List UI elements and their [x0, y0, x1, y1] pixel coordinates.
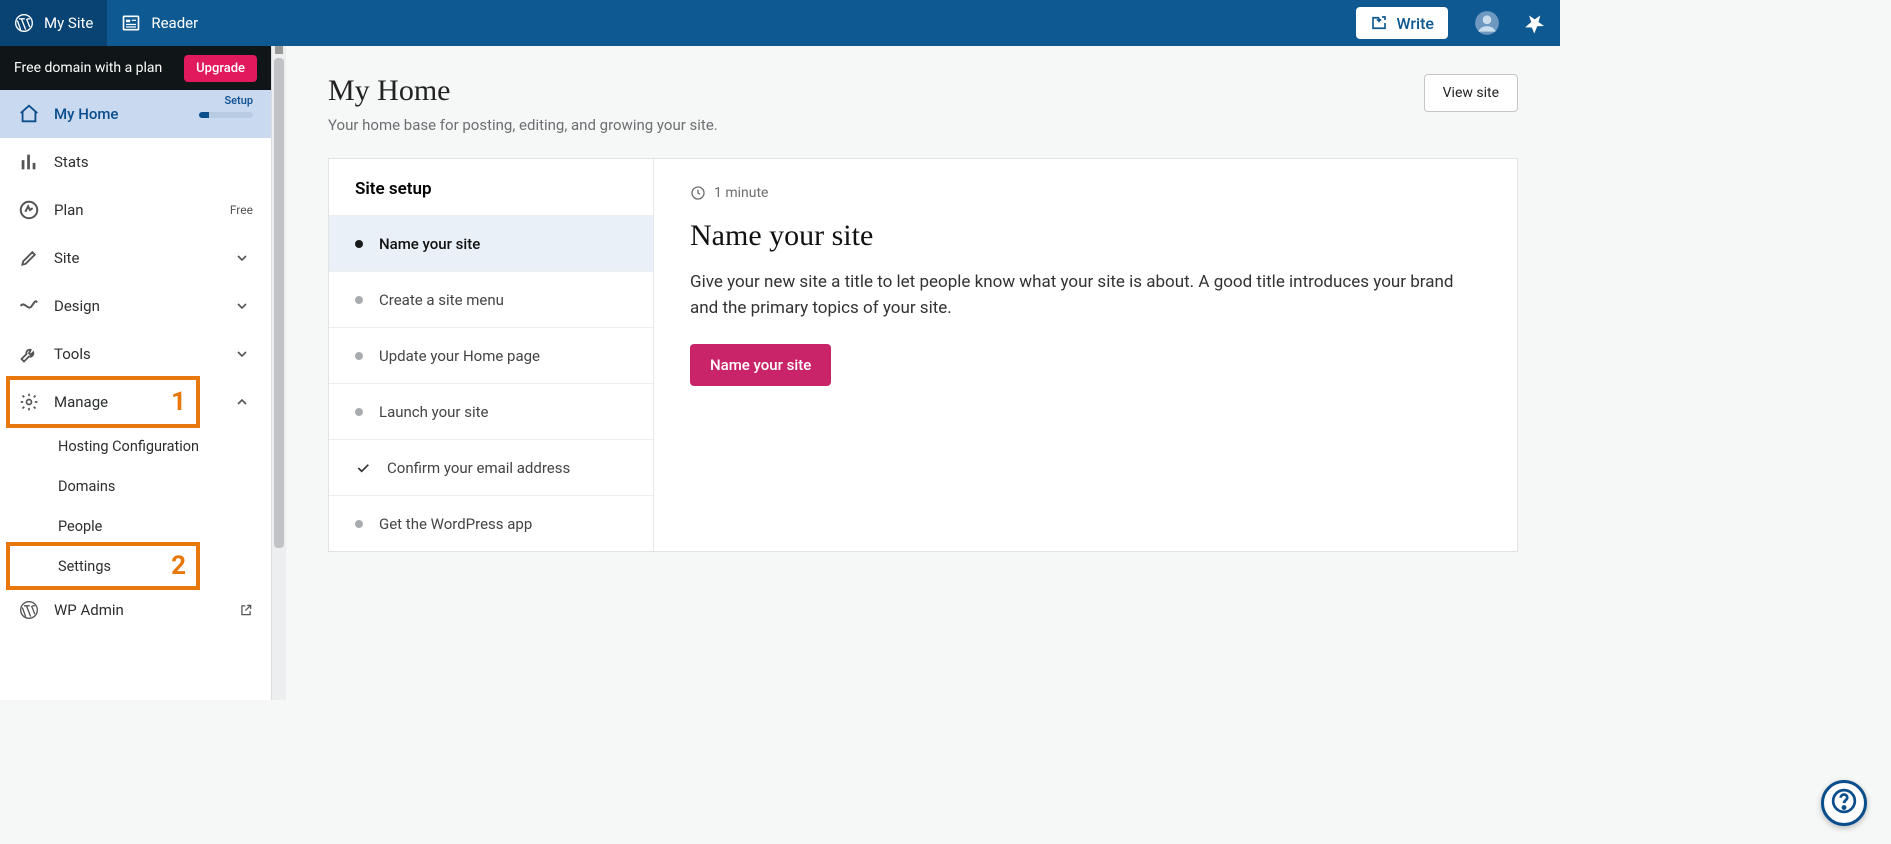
external-link-icon	[239, 603, 253, 617]
plan-icon	[18, 199, 40, 221]
setup-item-label: Get the WordPress app	[379, 515, 532, 533]
page-title: My Home	[328, 74, 718, 108]
masterbar-profile[interactable]	[1464, 0, 1510, 46]
sidebar-label: Hosting Configuration	[58, 438, 253, 455]
setup-item-label: Update your Home page	[379, 347, 540, 365]
detail-description: Give your new site a title to let people…	[690, 269, 1481, 322]
wordpress-logo-icon	[18, 599, 40, 621]
stats-icon	[18, 151, 40, 173]
sidebar-item-tools[interactable]: Tools	[0, 330, 271, 378]
setup-item-get-app[interactable]: Get the WordPress app	[329, 495, 653, 551]
sidebar-item-site[interactable]: Site	[0, 234, 271, 282]
chevron-down-icon	[231, 343, 253, 365]
sidebar-item-people[interactable]: People	[0, 506, 271, 546]
chevron-up-icon	[231, 391, 253, 413]
bullet-icon	[355, 520, 363, 528]
bullet-icon	[355, 240, 363, 248]
time-estimate: 1 minute	[690, 185, 1481, 201]
sidebar-label: Tools	[54, 345, 217, 363]
page-subtitle: Your home base for posting, editing, and…	[328, 116, 718, 134]
help-button[interactable]	[1821, 780, 1867, 826]
setup-item-label: Create a site menu	[379, 291, 504, 309]
write-icon	[1370, 14, 1388, 32]
setup-item-launch-site[interactable]: Launch your site	[329, 383, 653, 439]
sidebar-label: Stats	[54, 153, 253, 171]
reader-icon	[121, 13, 141, 33]
sidebar-label: Settings	[58, 558, 253, 575]
setup-item-name-your-site[interactable]: Name your site	[329, 215, 653, 271]
sidebar-label: People	[58, 518, 253, 535]
masterbar-my-site[interactable]: My Site	[0, 0, 107, 46]
setup-item-create-site-menu[interactable]: Create a site menu	[329, 271, 653, 327]
time-estimate-label: 1 minute	[714, 185, 768, 201]
pencil-icon	[18, 247, 40, 269]
setup-item-confirm-email[interactable]: Confirm your email address	[329, 439, 653, 495]
home-icon	[18, 103, 40, 125]
sidebar-label: Plan	[54, 201, 216, 219]
sidebar-label: Site	[54, 249, 217, 267]
scrollbar-thumb[interactable]	[274, 58, 284, 548]
sidebar-item-plan[interactable]: Plan Free	[0, 186, 271, 234]
scrollbar[interactable]	[272, 46, 286, 700]
help-icon	[1831, 788, 1857, 818]
sidebar: Free domain with a plan Upgrade My Home …	[0, 46, 272, 700]
sidebar-label: Design	[54, 297, 217, 315]
write-button[interactable]: Write	[1356, 7, 1448, 39]
promo-text: Free domain with a plan	[14, 60, 162, 76]
setup-item-update-home-page[interactable]: Update your Home page	[329, 327, 653, 383]
design-icon	[18, 295, 40, 317]
setup-chip: Setup	[224, 94, 253, 107]
masterbar: My Site Reader Write	[0, 0, 1560, 46]
sidebar-label: WP Admin	[54, 601, 225, 619]
masterbar-reader-label: Reader	[151, 14, 198, 32]
sidebar-item-hosting-configuration[interactable]: Hosting Configuration	[0, 426, 271, 466]
setup-detail: 1 minute Name your site Give your new si…	[654, 159, 1517, 551]
wordpress-logo-icon	[14, 13, 34, 33]
wrench-icon	[18, 343, 40, 365]
name-your-site-button[interactable]: Name your site	[690, 344, 831, 386]
notification-icon	[1524, 12, 1546, 34]
plan-meta: Free	[230, 203, 253, 217]
setup-item-label: Name your site	[379, 235, 480, 253]
bullet-icon	[355, 296, 363, 304]
sidebar-label: Manage	[54, 393, 217, 411]
detail-title: Name your site	[690, 219, 1481, 253]
chevron-down-icon	[231, 247, 253, 269]
clock-icon	[690, 185, 706, 201]
sidebar-item-stats[interactable]: Stats	[0, 138, 271, 186]
masterbar-notifications[interactable]	[1510, 0, 1560, 46]
setup-title: Site setup	[329, 159, 653, 215]
gear-icon	[18, 391, 40, 413]
masterbar-my-site-label: My Site	[44, 14, 93, 32]
avatar-icon	[1474, 10, 1500, 36]
bullet-icon	[355, 352, 363, 360]
main-content: My Home Your home base for posting, edit…	[286, 46, 1560, 700]
setup-progress	[199, 112, 253, 118]
view-site-button[interactable]: View site	[1424, 74, 1518, 112]
sidebar-item-domains[interactable]: Domains	[0, 466, 271, 506]
setup-card: Site setup Name your site Create a site …	[328, 158, 1518, 552]
setup-checklist: Site setup Name your site Create a site …	[329, 159, 654, 551]
sidebar-item-my-home[interactable]: My Home Setup	[0, 90, 271, 138]
masterbar-reader[interactable]: Reader	[107, 0, 212, 46]
sidebar-label: Domains	[58, 478, 253, 495]
upgrade-button[interactable]: Upgrade	[184, 55, 257, 82]
check-icon	[355, 460, 371, 476]
setup-item-label: Launch your site	[379, 403, 489, 421]
sidebar-item-design[interactable]: Design	[0, 282, 271, 330]
chevron-down-icon	[231, 295, 253, 317]
setup-item-label: Confirm your email address	[387, 459, 570, 477]
bullet-icon	[355, 408, 363, 416]
write-button-label: Write	[1396, 14, 1434, 33]
page-header: My Home Your home base for posting, edit…	[328, 74, 1518, 134]
promo-bar: Free domain with a plan Upgrade	[0, 46, 271, 90]
sidebar-item-manage[interactable]: Manage	[0, 378, 271, 426]
sidebar-item-wp-admin[interactable]: WP Admin	[0, 586, 271, 634]
sidebar-item-settings[interactable]: Settings	[0, 546, 271, 586]
